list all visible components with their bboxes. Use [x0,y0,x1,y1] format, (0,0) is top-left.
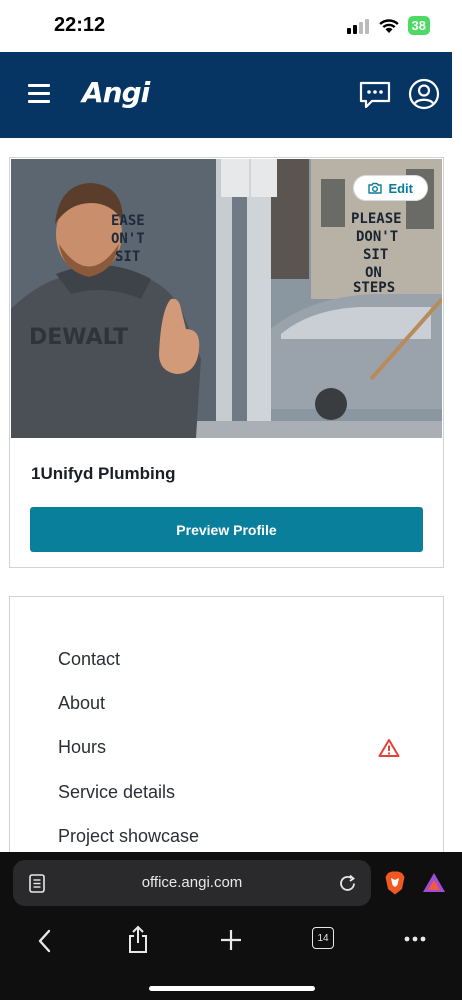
menu-item-hours[interactable]: Hours [58,737,106,758]
reload-icon[interactable] [338,874,357,893]
url-text: office.angi.com [141,874,243,891]
menu-item-contact[interactable]: Contact [58,649,120,670]
hoodie-text: DEWALT [29,325,128,350]
photo-left-sign-line-3: SIT [115,249,140,265]
camera-icon [368,182,383,194]
photo-sign-line-2: DON'T [356,229,398,245]
status-bar: 22:12 38 [0,0,462,52]
browser-nav-row: 14 [0,922,462,962]
profile-card: DEWALT EASE ON'T SIT PLEASE DON'T SIT ON… [9,157,444,568]
brave-rewards-icon[interactable] [422,872,446,894]
more-options-icon[interactable] [404,936,426,942]
tabs-button[interactable]: 14 [312,927,334,949]
edit-label: Edit [388,180,413,196]
edit-photo-button[interactable]: Edit [353,175,428,201]
tab-count: 14 [317,932,329,944]
battery-indicator: 38 [407,16,430,35]
warning-icon [378,739,400,757]
status-time: 22:12 [54,14,106,36]
angi-logo[interactable]: Angi [82,76,150,109]
browser-toolbar: office.angi.com 14 [0,852,462,1000]
menu-icon[interactable] [28,84,50,104]
photo-left-sign-line-2: ON'T [111,231,145,247]
home-indicator [149,986,315,991]
brave-shield-icon[interactable] [385,871,405,895]
wifi-icon [378,18,399,33]
status-icons: 38 [346,16,430,35]
photo-sign-line-1: PLEASE [351,211,402,227]
photo-sign-line-4: ON [365,265,382,281]
app-header: Angi [0,52,452,138]
photo-sign-line-5: STEPS [353,280,395,296]
business-name: 1Unifyd Plumbing [31,464,176,483]
menu-item-project-showcase[interactable]: Project showcase [58,826,199,847]
share-icon[interactable] [127,925,149,955]
new-tab-icon[interactable] [219,928,243,952]
menu-item-service-details[interactable]: Service details [58,782,175,803]
back-icon[interactable] [36,928,54,954]
profile-sections-menu: Contact About Hours Service details Proj… [9,596,444,866]
profile-photo: DEWALT EASE ON'T SIT PLEASE DON'T SIT ON… [11,159,442,438]
preview-profile-button[interactable]: Preview Profile [30,507,423,552]
photo-sign-line-3: SIT [363,247,388,263]
address-bar[interactable]: office.angi.com [13,860,371,906]
account-icon[interactable] [408,78,440,110]
photo-left-sign-line-1: EASE [111,213,145,229]
signal-icon [346,18,369,34]
menu-item-about[interactable]: About [58,693,105,714]
messages-icon[interactable] [358,80,392,110]
